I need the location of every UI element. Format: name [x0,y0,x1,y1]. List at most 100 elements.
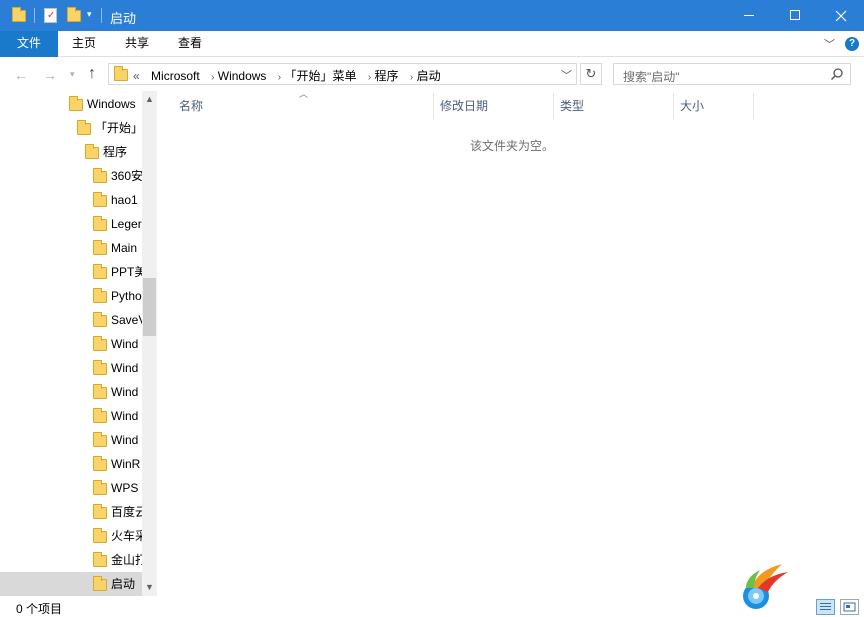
tab-view[interactable]: 查看 [178,31,202,57]
breadcrumb-chevron-icon[interactable]: › [410,72,413,83]
breadcrumb-programs[interactable]: 程序 [375,69,399,83]
new-folder-icon[interactable] [67,7,81,22]
breadcrumb-windows[interactable]: Windows [218,69,267,83]
folder-icon [93,360,107,375]
minimize-button[interactable] [726,0,772,31]
folder-icon [93,456,107,471]
search-placeholder[interactable]: 搜索"启动" [623,68,680,85]
tab-file[interactable]: 文件 [0,31,58,57]
tree-item[interactable]: Main [0,236,142,260]
tree-item-label: 百度云 [111,505,142,519]
breadcrumb-microsoft[interactable]: Microsoft [151,69,200,83]
tree-item-label: WPS [111,481,139,495]
properties-icon[interactable]: ✓ [44,8,57,23]
ribbon-tabs: 文件 主页 共享 查看 ﹀ ? [0,31,864,57]
tree-item[interactable]: 程序 [0,140,142,164]
help-icon[interactable]: ? [845,37,859,51]
tree-item[interactable]: SaveV [0,308,142,332]
tree-item[interactable]: 「开始」 [0,116,142,140]
tree-item[interactable]: 启动 [0,572,142,596]
breadcrumb-start-menu[interactable]: 「开始」菜单 [284,69,356,83]
file-list[interactable]: ︿ 名称 修改日期 类型 大小 该文件夹为空。 [160,89,864,596]
item-count: 0 个项目 [16,602,63,616]
tree-item[interactable]: Wind [0,380,142,404]
nav-scrollbar[interactable]: ▲ ▼ [142,91,157,596]
tree-item[interactable]: Wind [0,404,142,428]
close-icon [835,10,847,22]
breadcrumb-startup[interactable]: 启动 [417,69,441,83]
tree-item[interactable]: Windows [0,92,142,116]
column-divider[interactable] [433,93,434,119]
folder-icon [93,288,107,303]
scroll-up-icon[interactable]: ▲ [142,91,157,108]
tree-item-label: Windows [87,97,136,111]
window-folder-icon [12,7,26,22]
folder-icon [93,432,107,447]
explorer-window: ✓ ▾ 启动 文件 主页 共享 查看 ﹀ ? ← → ▾ ↑ « Microso… [0,0,864,617]
tree-item[interactable]: WPS [0,476,142,500]
search-icon[interactable] [830,67,844,81]
tree-item[interactable]: PPT美 [0,260,142,284]
large-icons-view-button[interactable] [840,599,859,615]
tree-item[interactable]: hao1 [0,188,142,212]
search-box[interactable]: 搜索"启动" [613,63,851,85]
scrollbar-thumb[interactable] [143,278,156,336]
details-view-icon [820,603,831,610]
up-arrow-icon[interactable]: ↑ [88,65,96,83]
tree-item[interactable]: 火车采 [0,524,142,548]
tree-item[interactable]: Pytho [0,284,142,308]
navigation-pane[interactable]: Windows 「开始」程序 360安 hao1 Leger Main PPT美 Pytho S… [0,91,158,596]
column-divider[interactable] [553,93,554,119]
tree-item-label: SaveV [111,313,142,327]
recent-locations-icon[interactable]: ▾ [70,69,75,80]
large-icons-view-icon [843,602,856,612]
folder-icon [93,240,107,255]
tree-item-label: Wind [111,433,139,447]
tree-item[interactable]: Wind [0,332,142,356]
tree-item[interactable]: WinR [0,452,142,476]
tree-item-label: Wind [111,409,139,423]
tree-item-label: Wind [111,337,139,351]
forward-arrow-icon[interactable]: → [43,67,57,83]
tree-item-label: Wind [111,361,139,375]
tree-item[interactable]: 百度云 [0,500,142,524]
folder-icon [69,96,83,111]
tree-item[interactable]: 360安 [0,164,142,188]
column-name[interactable]: 名称 [179,91,433,121]
scroll-down-icon[interactable]: ▼ [142,579,157,596]
tree-item[interactable]: Leger [0,212,142,236]
tree-item-label: 360安 [111,169,142,183]
column-type[interactable]: 类型 [560,91,673,121]
column-modified[interactable]: 修改日期 [440,91,553,121]
expand-ribbon-icon[interactable]: ﹀ [824,36,835,52]
column-divider[interactable] [753,93,754,119]
breadcrumb-chevron-icon[interactable]: › [211,72,214,83]
breadcrumb-overflow[interactable]: « [133,69,140,83]
tree-item[interactable]: Wind [0,356,142,380]
title-bar[interactable]: ✓ ▾ 启动 [0,0,864,31]
title-separator [34,8,35,23]
breadcrumb-chevron-icon[interactable]: › [368,72,371,83]
folder-icon [93,480,107,495]
maximize-button[interactable] [772,0,818,31]
tree-item[interactable]: Wind [0,428,142,452]
details-view-button[interactable] [816,599,835,615]
column-divider[interactable] [673,93,674,119]
tab-share[interactable]: 共享 [125,31,149,57]
folder-icon [93,504,107,519]
tree-item-label: 程序 [103,145,128,159]
refresh-button[interactable]: ↻ [580,63,602,85]
close-button[interactable] [818,0,864,31]
breadcrumb-chevron-icon[interactable]: › [278,72,281,83]
address-bar[interactable]: « Microsoft › Windows › 「开始」菜单 › 程序 › 启动… [108,63,577,85]
tree-item-label: hao1 [111,193,138,207]
tree-item[interactable]: 金山打 [0,548,142,572]
folder-icon [93,264,107,279]
column-size[interactable]: 大小 [680,91,753,121]
back-arrow-icon[interactable]: ← [14,67,28,83]
folder-icon [93,168,107,183]
tab-home[interactable]: 主页 [72,31,96,57]
folder-icon [93,408,107,423]
customize-qat-icon[interactable]: ▾ [87,9,92,20]
address-dropdown-icon[interactable]: ﹀ [561,67,572,83]
